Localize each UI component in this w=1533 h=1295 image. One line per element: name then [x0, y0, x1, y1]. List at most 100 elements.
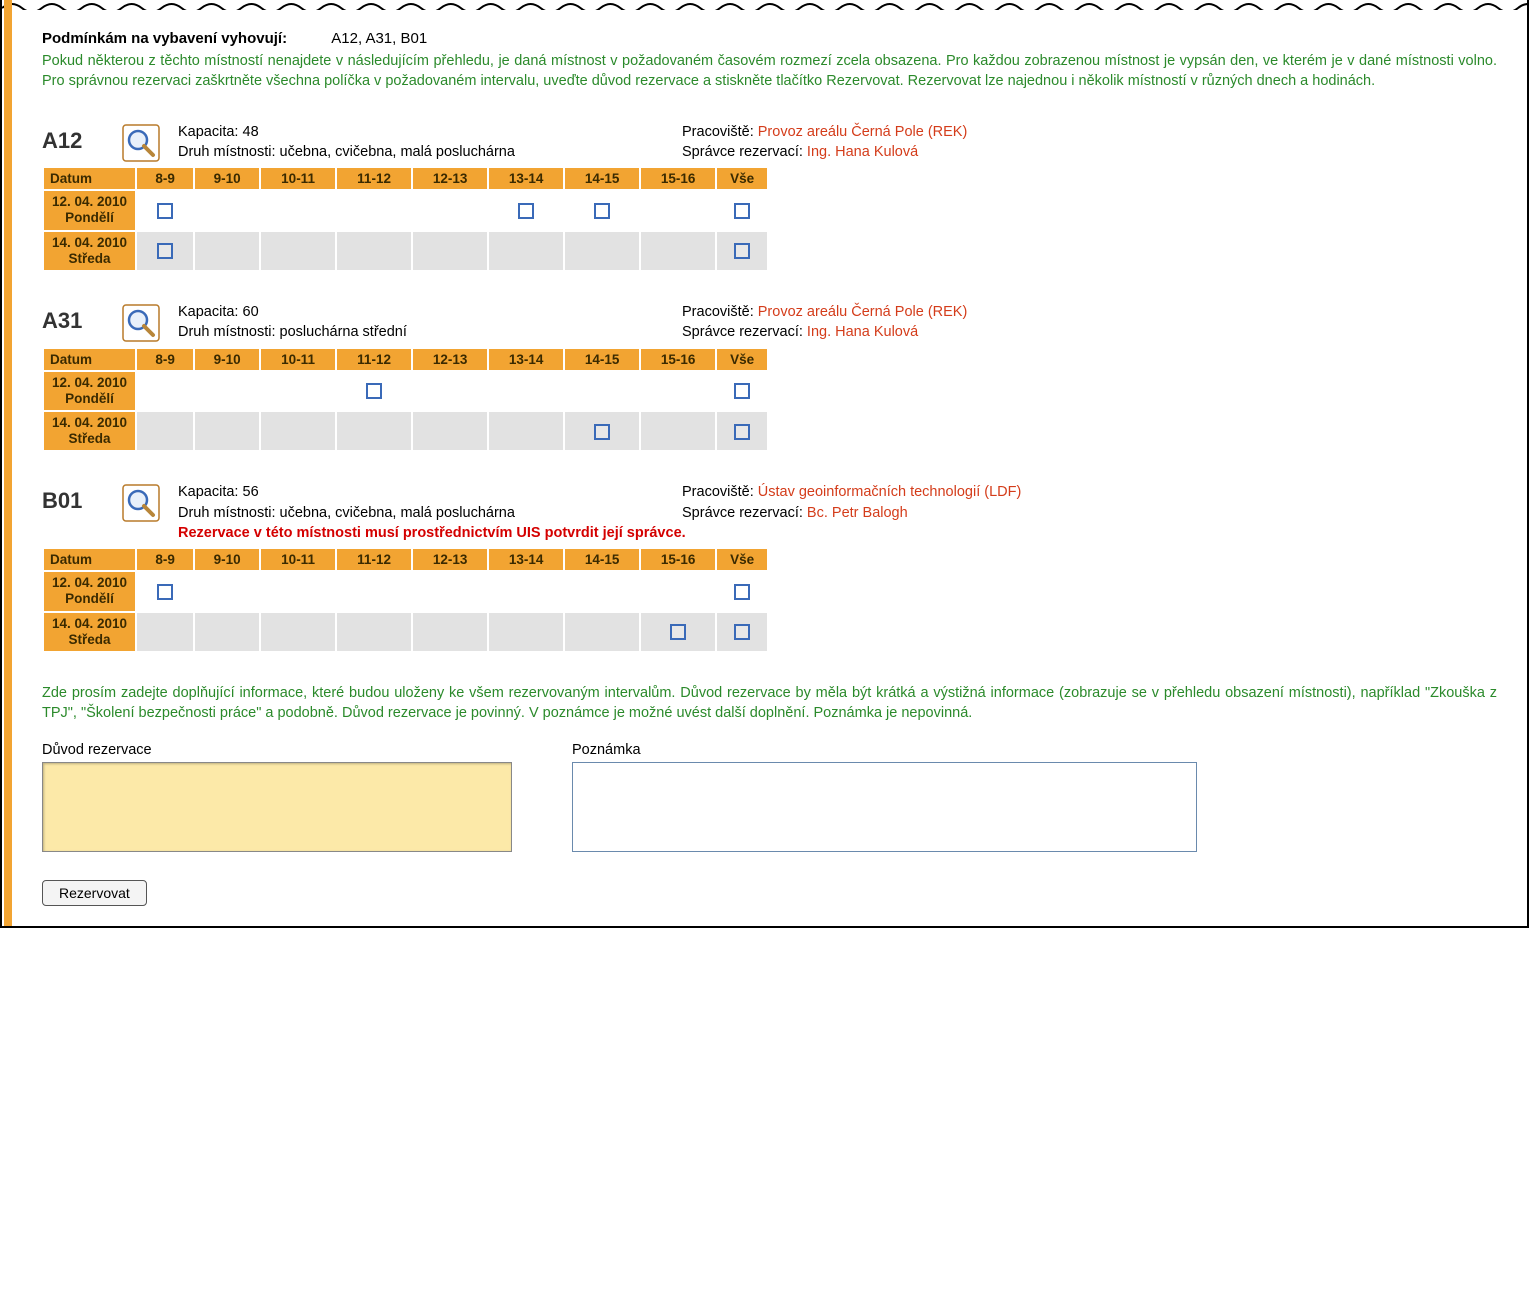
schedule-row: 12. 04. 2010Pondělí: [44, 191, 767, 229]
pracoviste-link[interactable]: Ústav geoinformačních technologií (LDF): [758, 484, 1022, 500]
col-header-time: 9-10: [195, 168, 259, 189]
col-header-time: 10-11: [261, 349, 335, 370]
slot-cell: [641, 191, 715, 229]
slot-cell: [717, 232, 767, 270]
room-code: A12: [42, 122, 122, 163]
match-label: Podmínkám na vybavení vyhovují:: [42, 30, 287, 47]
slot-checkbox[interactable]: [366, 383, 382, 399]
spravce-link[interactable]: Ing. Hana Kulová: [807, 144, 918, 160]
wavy-top-border: [2, 0, 1527, 10]
kapacita-label: Kapacita:: [178, 124, 238, 140]
spravce-label: Správce rezervací:: [682, 144, 803, 160]
slot-cell: [195, 232, 259, 270]
slot-cell: [641, 232, 715, 270]
slot-cell: [337, 191, 411, 229]
left-accent-bar: [4, 0, 12, 926]
date-cell: 12. 04. 2010Pondělí: [44, 191, 135, 229]
room-block: A31 Kapacita: 60 Druh místnosti: posluch…: [42, 302, 1497, 452]
slot-cell: [195, 572, 259, 610]
magnify-icon[interactable]: [122, 124, 160, 162]
note-label: Poznámka: [572, 742, 1197, 758]
druh-label: Druh místnosti:: [178, 324, 276, 340]
slot-checkbox[interactable]: [734, 383, 750, 399]
slot-cell: [641, 412, 715, 450]
kapacita-value: 56: [243, 484, 259, 500]
note-input[interactable]: [572, 762, 1197, 852]
schedule-table: Datum8-99-1010-1111-1212-1313-1414-1515-…: [42, 166, 769, 272]
col-header-time: 11-12: [337, 549, 411, 570]
schedule-row: 14. 04. 2010Středa: [44, 412, 767, 450]
slot-cell: [337, 232, 411, 270]
slot-cell: [413, 572, 487, 610]
slot-checkbox[interactable]: [734, 584, 750, 600]
druh-label: Druh místnosti:: [178, 144, 276, 160]
date-cell: 14. 04. 2010Středa: [44, 613, 135, 651]
match-rooms: A12, A31, B01: [331, 30, 427, 47]
room-code: A31: [42, 302, 122, 343]
col-header-time: Vše: [717, 549, 767, 570]
slot-cell: [565, 191, 639, 229]
date-cell: 12. 04. 2010Pondělí: [44, 572, 135, 610]
slot-cell: [489, 572, 563, 610]
slot-checkbox[interactable]: [734, 203, 750, 219]
slot-checkbox[interactable]: [594, 424, 610, 440]
col-header-time: 15-16: [641, 168, 715, 189]
slot-checkbox[interactable]: [734, 624, 750, 640]
slot-cell: [413, 613, 487, 651]
magnify-icon[interactable]: [122, 484, 160, 522]
slot-cell: [565, 232, 639, 270]
slot-cell: [195, 372, 259, 410]
kapacita-label: Kapacita:: [178, 304, 238, 320]
slot-cell: [137, 232, 193, 270]
slot-checkbox[interactable]: [157, 584, 173, 600]
col-header-time: 13-14: [489, 549, 563, 570]
slot-cell: [337, 572, 411, 610]
magnify-icon[interactable]: [122, 304, 160, 342]
col-header-time: 13-14: [489, 168, 563, 189]
col-header-time: Vše: [717, 349, 767, 370]
slot-checkbox[interactable]: [157, 243, 173, 259]
date-cell: 14. 04. 2010Středa: [44, 412, 135, 450]
col-header-time: 10-11: [261, 549, 335, 570]
room-block: B01 Kapacita: 56 Druh místnosti: učebna,…: [42, 482, 1497, 653]
pracoviste-link[interactable]: Provoz areálu Černá Pole (REK): [758, 124, 968, 140]
reserve-button[interactable]: Rezervovat: [42, 880, 147, 906]
slot-cell: [489, 412, 563, 450]
schedule-row: 12. 04. 2010Pondělí: [44, 372, 767, 410]
slot-checkbox[interactable]: [734, 424, 750, 440]
slot-cell: [717, 572, 767, 610]
spravce-link[interactable]: Bc. Petr Balogh: [807, 505, 908, 521]
slot-cell: [413, 232, 487, 270]
pracoviste-link[interactable]: Provoz areálu Černá Pole (REK): [758, 304, 968, 320]
col-header-time: 9-10: [195, 349, 259, 370]
slot-cell: [641, 613, 715, 651]
kapacita-value: 60: [243, 304, 259, 320]
slot-checkbox[interactable]: [670, 624, 686, 640]
slot-checkbox[interactable]: [594, 203, 610, 219]
spravce-link[interactable]: Ing. Hana Kulová: [807, 324, 918, 340]
slot-cell: [261, 191, 335, 229]
col-header-time: 11-12: [337, 349, 411, 370]
slot-cell: [261, 412, 335, 450]
slot-checkbox[interactable]: [518, 203, 534, 219]
col-header-time: 8-9: [137, 549, 193, 570]
col-header-time: 8-9: [137, 168, 193, 189]
slot-cell: [195, 191, 259, 229]
slot-cell: [489, 191, 563, 229]
slot-checkbox[interactable]: [157, 203, 173, 219]
slot-checkbox[interactable]: [734, 243, 750, 259]
col-header-time: 15-16: [641, 549, 715, 570]
slot-cell: [337, 372, 411, 410]
slot-cell: [195, 613, 259, 651]
druh-value: posluchárna střední: [280, 324, 407, 340]
slot-cell: [489, 372, 563, 410]
reason-input[interactable]: [42, 762, 512, 852]
slot-cell: [565, 372, 639, 410]
col-header-time: 9-10: [195, 549, 259, 570]
slot-cell: [565, 613, 639, 651]
col-header-datum: Datum: [44, 168, 135, 189]
header-row: Datum8-99-1010-1111-1212-1313-1414-1515-…: [44, 168, 767, 189]
pracoviste-label: Pracoviště:: [682, 484, 754, 500]
date-cell: 14. 04. 2010Středa: [44, 232, 135, 270]
slot-cell: [413, 191, 487, 229]
